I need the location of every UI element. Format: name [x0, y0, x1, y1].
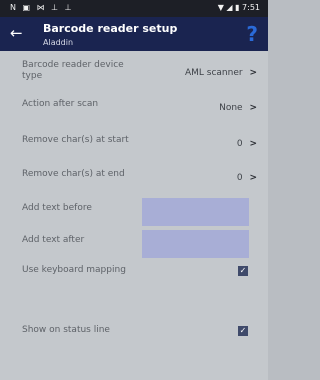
add-before-label: Add text before	[22, 203, 92, 213]
remove-end-label: Remove char(s) at end	[22, 169, 125, 179]
setting-add-text-after: Add text after	[0, 230, 268, 258]
chevron-right-icon: >	[249, 139, 257, 149]
chevron-right-icon: >	[249, 103, 257, 113]
keyboard-mapping-checkbox[interactable]: ✓	[238, 266, 248, 276]
chevron-right-icon: >	[249, 173, 257, 183]
remove-end-value-text: 0	[236, 173, 243, 183]
status-line-checkbox[interactable]: ✓	[238, 326, 248, 336]
device-type-value-text: AML scanner	[184, 68, 243, 78]
remove-end-value: 0 >	[237, 173, 257, 183]
action-after-scan-label: Action after scan	[22, 99, 99, 109]
chevron-right-icon: >	[249, 68, 257, 78]
device-type-label: Barcode reader device type	[22, 60, 124, 81]
setting-keyboard-mapping[interactable]: Use keyboard mapping ✓	[0, 263, 268, 283]
status-icons-right: ▼ ◢ ▮ 7:51	[218, 3, 260, 12]
app-bar: ← Barcode reader setup Aladdin ?	[0, 17, 268, 51]
setting-remove-start[interactable]: Remove char(s) at start 0 >	[0, 135, 268, 159]
setting-remove-end[interactable]: Remove char(s) at end 0 >	[0, 167, 268, 191]
settings-panel: Barcode reader device type AML scanner >…	[0, 51, 268, 380]
remove-start-value-text: 0	[236, 139, 243, 149]
action-after-scan-value-text: None	[219, 103, 243, 113]
page-title: Barcode reader setup	[43, 22, 178, 35]
remove-start-label: Remove char(s) at start	[22, 135, 129, 145]
setting-status-line[interactable]: Show on status line ✓	[0, 323, 268, 343]
setting-device-type[interactable]: Barcode reader device type AML scanner >	[0, 58, 268, 88]
help-icon[interactable]: ?	[246, 22, 258, 46]
remove-start-value: 0 >	[237, 139, 257, 149]
device-type-value: AML scanner >	[185, 68, 257, 78]
setting-add-text-before: Add text before	[0, 198, 268, 226]
status-right-icons: ▼ ◢ ▮	[217, 3, 240, 12]
add-after-label: Add text after	[22, 235, 85, 245]
add-after-input[interactable]	[142, 230, 249, 258]
status-icons-left: N ▣ ⋈ ⊥ ⊥	[10, 3, 74, 12]
action-after-scan-value: None >	[219, 103, 257, 113]
status-bar: N ▣ ⋈ ⊥ ⊥ ▼ ◢ ▮ 7:51	[0, 0, 268, 17]
back-arrow-icon[interactable]: ←	[10, 24, 23, 42]
status-line-label: Show on status line	[22, 325, 110, 335]
keyboard-mapping-label: Use keyboard mapping	[22, 265, 126, 275]
setting-action-after-scan[interactable]: Action after scan None >	[0, 99, 268, 123]
page-subtitle: Aladdin	[43, 38, 74, 47]
clock: 7:51	[242, 3, 260, 12]
add-before-input[interactable]	[142, 198, 249, 226]
